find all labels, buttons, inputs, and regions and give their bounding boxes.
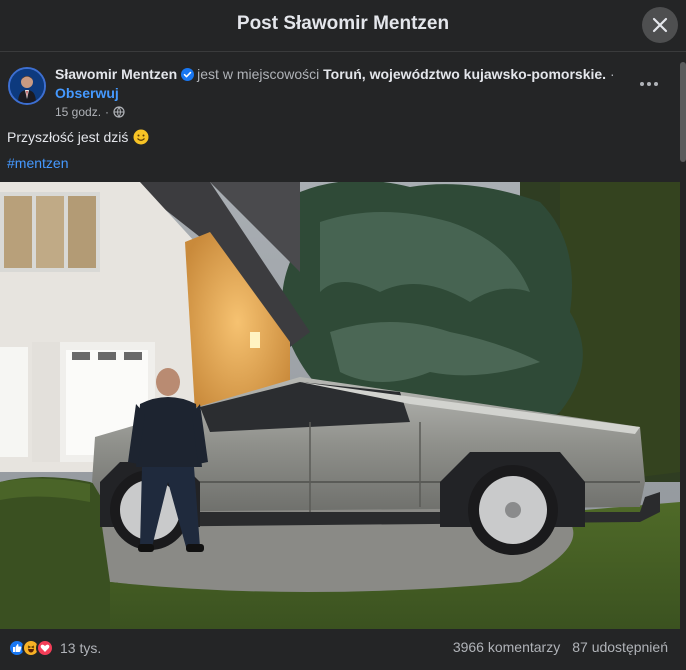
dialog-title: Post Sławomir Mentzen — [236, 13, 450, 34]
globe-icon — [113, 106, 125, 118]
reaction-count[interactable]: 13 tys. — [60, 640, 101, 656]
author-line: Sławomir Mentzen jest w miejscowości Toru… — [55, 66, 615, 82]
author-name[interactable]: Sławomir Mentzen — [55, 66, 177, 82]
time-separator: · — [105, 105, 110, 119]
hashtag-link[interactable]: #mentzen — [7, 155, 68, 171]
verified-badge-icon — [181, 68, 195, 81]
reactions-summary[interactable]: 13 tys. — [8, 639, 101, 657]
location-link[interactable]: Toruń, województwo kujawsko-pomorskie. — [323, 66, 606, 82]
post-footer: 13 tys. 3966 komentarzy 87 udostępnień — [0, 630, 686, 670]
shares-count[interactable]: 87 udostępnień — [572, 639, 668, 655]
location-separator: · — [609, 66, 615, 82]
post-text: Przyszłość jest dziś — [7, 129, 149, 145]
close-icon — [652, 17, 668, 33]
close-button[interactable] — [642, 7, 678, 43]
smiley-emoji-icon — [133, 129, 149, 145]
love-reaction-icon — [36, 639, 54, 657]
follow-button[interactable]: Obserwuj — [55, 85, 119, 101]
dialog-header: Post Sławomir Mentzen — [0, 0, 686, 52]
post-meta: 15 godz. · — [55, 105, 125, 119]
comments-count[interactable]: 3966 komentarzy — [453, 639, 560, 655]
location-prefix: jest w miejscowości — [197, 66, 320, 82]
more-options-button[interactable] — [636, 72, 662, 96]
post-message: Przyszłość jest dziś — [7, 129, 129, 145]
scrollbar[interactable] — [680, 62, 686, 162]
post-time[interactable]: 15 godz. — [55, 105, 101, 119]
post-stats: 3966 komentarzy 87 udostępnień — [453, 639, 668, 655]
more-options-icon — [640, 82, 644, 86]
post-photo[interactable] — [0, 182, 680, 629]
author-avatar[interactable] — [8, 67, 46, 105]
